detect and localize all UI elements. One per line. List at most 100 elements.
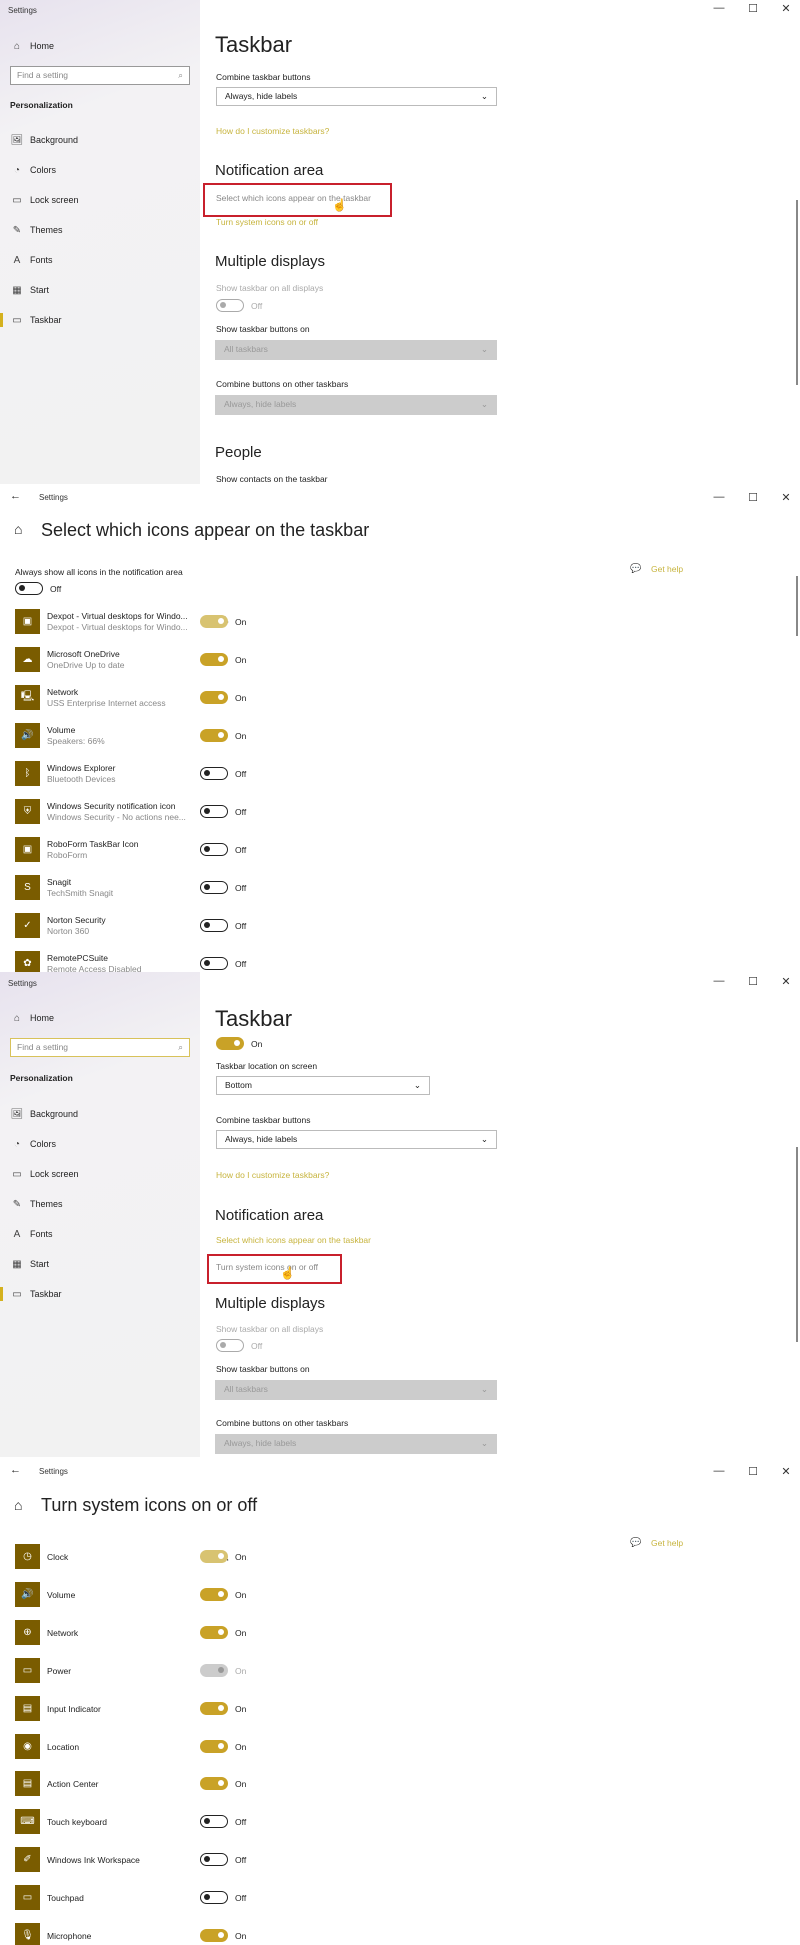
item-toggle[interactable] [200, 881, 228, 894]
scrollbar[interactable] [796, 1147, 798, 1342]
item-toggle[interactable] [200, 1929, 228, 1942]
maximize-button[interactable]: ☐ [746, 491, 760, 504]
page-title: Select which icons appear on the taskbar [41, 520, 370, 540]
sidebar-item-themes[interactable]: ✎ Themes [0, 218, 200, 242]
back-button[interactable]: ← [10, 490, 21, 502]
scrollbar[interactable] [796, 200, 798, 385]
maximize-button[interactable]: ☐ [746, 975, 760, 988]
item-toggle[interactable] [200, 1550, 228, 1563]
minimize-button[interactable]: — [712, 491, 726, 503]
window-title: Settings [8, 6, 37, 15]
minimize-button[interactable]: — [712, 1465, 726, 1477]
sidebar-item-colors[interactable]: ◔ Colors [0, 1132, 200, 1156]
system-icons-link[interactable]: Turn system icons on or off [216, 217, 318, 227]
sidebar-home[interactable]: ⌂ Home [0, 34, 200, 58]
buttons-on-dropdown[interactable]: All taskbars ⌄ [215, 340, 497, 360]
sidebar-item-colors[interactable]: ◔ Colors [0, 158, 200, 182]
combine-dropdown[interactable]: Always, hide labels ⌄ [216, 1130, 497, 1149]
colors-icon: ◔ [13, 1138, 21, 1150]
system-icons-link[interactable]: Turn system icons on or off [216, 1262, 318, 1272]
item-toggle[interactable] [200, 767, 228, 780]
volume-icon: 🔊 [15, 1581, 40, 1607]
location-label: Taskbar location on screen [216, 1061, 318, 1071]
list-item: ▭ Touchpad Off [15, 1885, 315, 1911]
item-toggle[interactable] [200, 1739, 228, 1753]
item-toggle[interactable] [200, 1625, 228, 1639]
buttons-on-dropdown[interactable]: All taskbars ⌄ [215, 1380, 497, 1400]
combine-other-dropdown[interactable]: Always, hide labels ⌄ [215, 1434, 497, 1454]
list-item: ▤ Input Indicator On [15, 1695, 315, 1722]
list-item: 🔊 Volume Speakers: 66% On [15, 723, 315, 749]
scrollbar[interactable] [796, 576, 798, 636]
lock-taskbar-toggle[interactable] [216, 1037, 244, 1050]
home-icon[interactable]: ⌂ [14, 521, 22, 537]
close-button[interactable]: ✕ [779, 1465, 793, 1478]
customize-link[interactable]: How do I customize taskbars? [216, 126, 329, 136]
all-displays-toggle[interactable] [216, 1339, 244, 1352]
item-name: Network [47, 1627, 79, 1638]
sidebar-item-label: Colors [30, 165, 57, 175]
windows-security-notification-icon-icon: ⛨ [15, 799, 40, 824]
list-item: 🎙 Microphone On [15, 1923, 315, 1945]
sidebar-item-background[interactable]: 🖼 Background [0, 1102, 200, 1126]
item-toggle[interactable] [200, 653, 228, 666]
item-toggle[interactable] [200, 1663, 228, 1677]
item-toggle[interactable] [200, 691, 228, 704]
item-toggle[interactable] [200, 919, 228, 932]
home-icon[interactable]: ⌂ [14, 1497, 22, 1513]
item-toggle[interactable] [200, 805, 228, 818]
minimize-button[interactable]: — [712, 2, 726, 14]
sidebar-home[interactable]: ⌂ Home [0, 1006, 200, 1030]
maximize-button[interactable]: ☐ [746, 2, 760, 15]
chevron-down-icon: ⌄ [480, 1134, 488, 1144]
list-item: ◉ Location On [15, 1733, 315, 1760]
close-button[interactable]: ✕ [779, 2, 793, 15]
sidebar-item-lock-screen[interactable]: ▭ Lock screen [0, 1162, 200, 1186]
get-help-link[interactable]: Get help [651, 1538, 683, 1548]
maximize-button[interactable]: ☐ [746, 1465, 760, 1478]
sidebar-item-start[interactable]: ▦ Start [0, 1252, 200, 1276]
sidebar-item-lock-screen[interactable]: ▭ Lock screen [0, 188, 200, 212]
item-name: Power [47, 1665, 72, 1676]
item-toggle[interactable] [200, 957, 228, 970]
sidebar-item-taskbar[interactable]: ▭ Taskbar [0, 308, 200, 332]
item-toggle[interactable] [200, 1777, 228, 1791]
search-input[interactable]: Find a setting ⌕ [10, 1038, 190, 1057]
combine-dropdown[interactable]: Always, hide labels ⌄ [216, 87, 497, 106]
back-button[interactable]: ← [10, 1464, 21, 1476]
select-icons-link[interactable]: Select which icons appear on the taskbar [216, 1235, 371, 1245]
item-toggle[interactable] [200, 1815, 228, 1829]
hand-cursor-icon: ☝ [332, 198, 347, 212]
item-toggle[interactable] [200, 843, 228, 856]
sidebar-item-themes[interactable]: ✎ Themes [0, 1192, 200, 1216]
always-show-toggle[interactable] [15, 582, 43, 595]
window-title: Settings [39, 493, 68, 502]
close-button[interactable]: ✕ [779, 975, 793, 988]
minimize-button[interactable]: — [712, 975, 726, 987]
item-toggle[interactable] [200, 615, 228, 628]
sidebar-item-fonts[interactable]: A Fonts [0, 1222, 200, 1246]
all-displays-toggle[interactable] [216, 299, 244, 312]
sidebar-item-start[interactable]: ▦ Start [0, 278, 200, 302]
get-help-link[interactable]: Get help [651, 564, 683, 574]
select-icons-link[interactable]: Select which icons appear on the taskbar [216, 193, 371, 203]
item-toggle[interactable] [200, 1701, 228, 1715]
search-input[interactable]: Find a setting ⌕ [10, 66, 190, 85]
snagit-icon: S [15, 875, 40, 900]
sidebar-item-label: Fonts [30, 1229, 53, 1239]
sidebar-item-background[interactable]: 🖼 Background [0, 128, 200, 152]
buttons-on-label: Show taskbar buttons on [216, 1364, 310, 1374]
close-button[interactable]: ✕ [779, 491, 793, 504]
norton-security-icon: ✓ [15, 913, 40, 938]
customize-link[interactable]: How do I customize taskbars? [216, 1170, 329, 1180]
sidebar-item-fonts[interactable]: A Fonts [0, 248, 200, 272]
location-dropdown[interactable]: Bottom ⌄ [216, 1076, 430, 1095]
item-toggle[interactable] [200, 729, 228, 742]
combine-other-label: Combine buttons on other taskbars [216, 379, 349, 389]
item-toggle[interactable] [200, 1891, 228, 1905]
item-toggle[interactable] [200, 1587, 228, 1601]
combine-other-dropdown[interactable]: Always, hide labels ⌄ [215, 395, 497, 415]
item-toggle[interactable] [200, 1853, 228, 1867]
sidebar-item-label: Lock screen [30, 1169, 79, 1179]
sidebar-item-taskbar[interactable]: ▭ Taskbar [0, 1282, 200, 1306]
